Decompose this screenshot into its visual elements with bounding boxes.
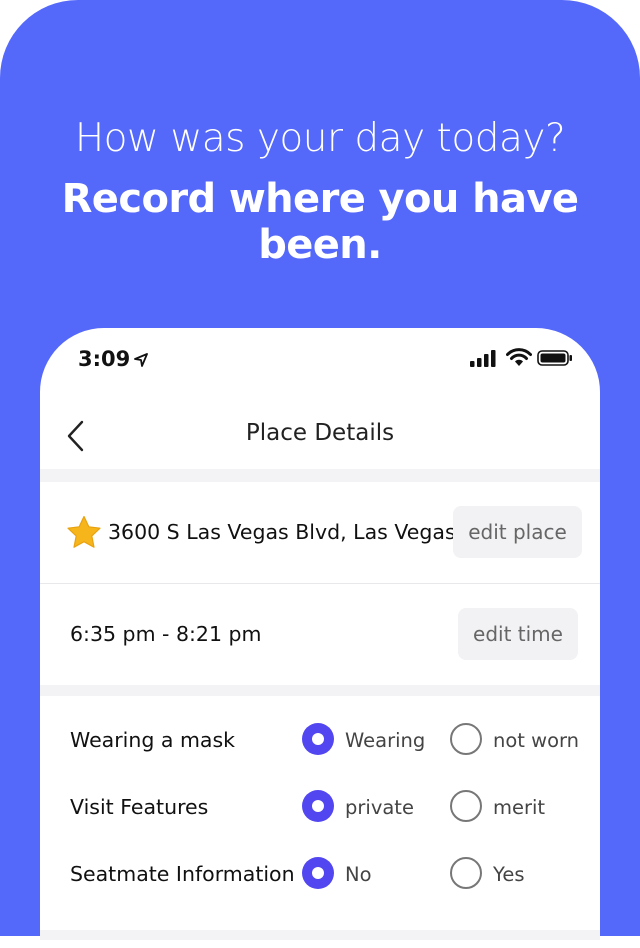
option-row-mask: Wearing a mask Wearing not worn [40,722,600,762]
wifi-icon [506,348,532,366]
page-title: Place Details [245,420,395,446]
radio-label[interactable]: Wearing [345,729,425,752]
radio-private[interactable] [302,790,334,822]
status-bar: 3:09 [40,328,600,392]
section-divider [40,685,600,696]
radio-no[interactable] [302,857,334,889]
edit-time-button[interactable]: edit time [458,608,578,660]
radio-merit[interactable] [450,790,482,822]
cellular-signal-icon [470,350,496,367]
radio-wearing[interactable] [302,723,334,755]
edit-place-button[interactable]: edit place [453,506,582,558]
location-arrow-icon [134,353,148,367]
radio-label[interactable]: No [345,863,372,886]
radio-label[interactable]: merit [493,796,545,819]
place-row: 3600 S Las Vegas Blvd, Las Vegas edit pl… [40,482,600,583]
battery-icon [537,350,572,366]
time-row: 6:35 pm - 8:21 pm edit time [40,584,600,684]
option-label: Seatmate Information [70,862,295,886]
promo-headline: How was your day today? [74,116,566,161]
nav-bar: Place Details [40,392,600,468]
radio-label[interactable]: private [345,796,414,819]
option-row-visit-features: Visit Features private merit [40,789,600,829]
option-label: Visit Features [70,795,209,819]
section-divider [40,469,600,482]
option-row-seatmate: Seatmate Information No Yes [40,856,600,896]
place-name: 3600 S Las Vegas Blvd, Las Vegas [108,520,456,544]
radio-yes[interactable] [450,857,482,889]
visit-time-range: 6:35 pm - 8:21 pm [70,622,262,646]
promo-subheadline: Record where you have been. [61,176,579,268]
bottom-divider [40,930,600,940]
status-time: 3:09 [78,347,131,371]
radio-label[interactable]: Yes [493,863,524,886]
option-label: Wearing a mask [70,728,236,752]
radio-label[interactable]: not worn [493,729,579,752]
star-icon [67,515,101,548]
phone-screen: 3:09 Place Details 3600 S Las Vegas Blvd… [40,328,600,948]
radio-not-worn[interactable] [450,723,482,755]
